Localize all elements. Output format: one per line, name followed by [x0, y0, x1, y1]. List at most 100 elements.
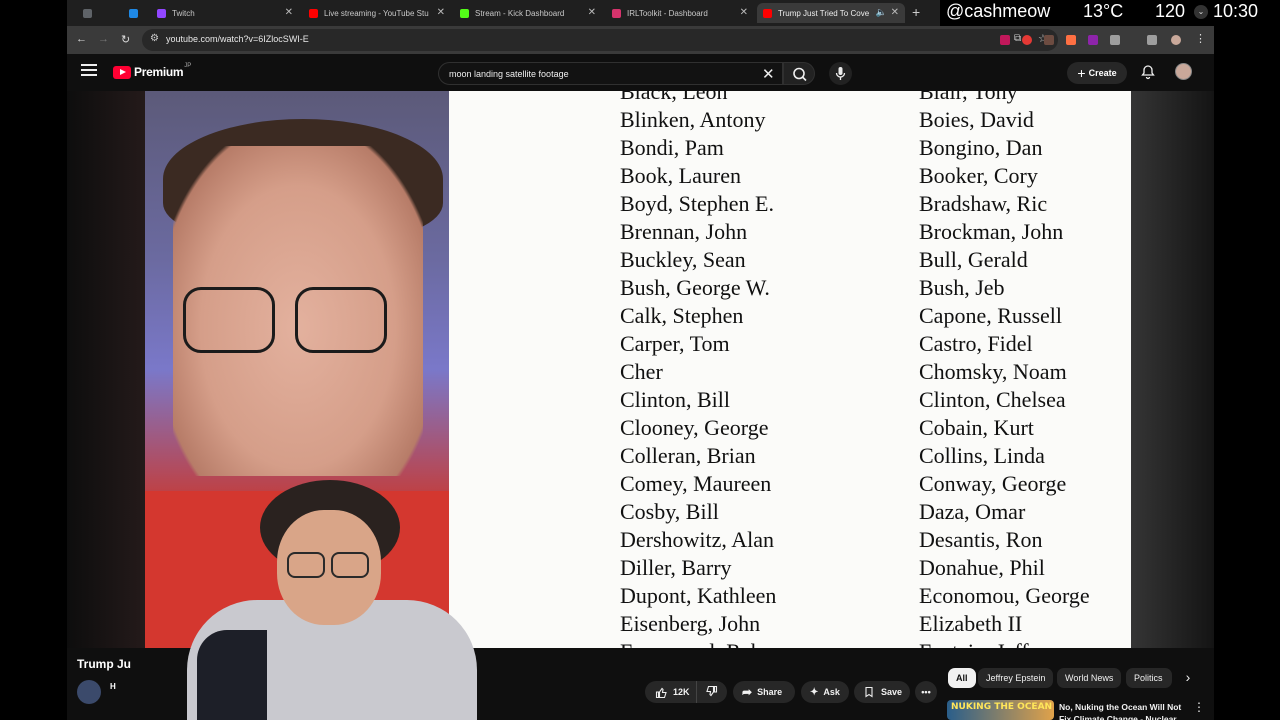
youtube-header: Premium JP moon landing satellite footag… [67, 54, 1214, 91]
document-name-entry: Conway, George [919, 471, 1067, 496]
search-button[interactable] [783, 62, 815, 85]
extension-icon[interactable] [1044, 35, 1054, 45]
stream-overlay: @cashmeow 13°C 120 10:30 [940, 0, 1280, 26]
more-actions-button[interactable]: ••• [915, 681, 937, 703]
extensions-puzzle-icon[interactable] [1110, 35, 1120, 45]
tab-irltoolkit[interactable]: IRLToolkit - Dashboard ✕ [606, 3, 754, 23]
close-icon[interactable]: ✕ [891, 7, 899, 18]
reading-list-icon[interactable] [1147, 35, 1157, 45]
clear-search-icon[interactable]: ✕ [762, 65, 775, 83]
chevron-down-icon[interactable]: ⌄ [1194, 5, 1208, 19]
document-name-entry: Carper, Tom [620, 331, 730, 356]
channel-name[interactable]: H [110, 682, 116, 691]
document-name-entry: Buckley, Sean [620, 247, 746, 272]
tab-title: IRLToolkit - Dashboard [627, 8, 708, 18]
bookmark-icon [865, 686, 873, 698]
tab-favicon [129, 8, 138, 18]
account-avatar[interactable] [1175, 63, 1192, 80]
notifications-button[interactable] [1140, 64, 1156, 85]
address-bar-row: ← → ↻ ⚙ youtube.com/watch?v=6IZlocSWI-E … [67, 26, 1214, 54]
reload-icon[interactable]: ↻ [121, 33, 130, 46]
chip-world-news[interactable]: World News [1057, 668, 1122, 688]
back-icon[interactable]: ← [76, 33, 87, 45]
document-name-entry: Desantis, Ron [919, 527, 1043, 552]
document-name-entry: Collins, Linda [919, 443, 1045, 468]
ask-button[interactable]: ✦ Ask [801, 681, 849, 703]
tab-active-video[interactable]: Trump Just Tried To Cove 🔈 ✕ [757, 3, 905, 23]
save-button[interactable]: Save [854, 681, 910, 703]
ask-label: Ask [823, 687, 840, 697]
youtube-premium-logo[interactable]: Premium JP [113, 63, 192, 79]
document-name-entry: Calk, Stephen [620, 303, 744, 328]
search-input[interactable]: moon landing satellite footage ✕ [438, 62, 783, 85]
forward-icon[interactable]: → [98, 33, 109, 45]
like-button[interactable]: 12K [645, 681, 697, 703]
document-name-entry: Cher [620, 359, 663, 384]
document-name-entry: Comey, Maureen [620, 471, 772, 496]
document-name-entry: Diller, Barry [620, 555, 732, 580]
document-name-entry: Epstein, Jeffrey [919, 639, 1057, 648]
chip-all[interactable]: All [948, 668, 976, 688]
share-button[interactable]: ➦ Share [733, 681, 795, 703]
voice-search-button[interactable] [829, 62, 852, 85]
document-name-entry: Bush, George W. [620, 275, 770, 300]
tab-favicon [83, 8, 92, 18]
document-name-entry: Clinton, Chelsea [919, 387, 1066, 412]
kick-icon [460, 8, 469, 18]
extension-icon[interactable] [1000, 35, 1010, 45]
twitch-icon [157, 8, 166, 18]
new-tab-button[interactable]: + [912, 4, 920, 20]
document-name-entry: Book, Lauren [620, 163, 741, 188]
tab-twitch[interactable]: Twitch ✕ [151, 3, 299, 23]
chevron-right-icon[interactable]: › [1179, 669, 1197, 687]
like-dislike-group: 12K [645, 681, 727, 703]
document-name-entry: Dershowitz, Alan [620, 527, 774, 552]
document-name-entry: Emmanuel, Rahm [620, 639, 779, 648]
document-name-entry: Booker, Cory [919, 163, 1038, 188]
close-icon[interactable]: ✕ [437, 7, 445, 18]
extension-icon[interactable] [1088, 35, 1098, 45]
install-icon[interactable]: ⧉ [1014, 33, 1021, 44]
browser-menu-icon[interactable]: ⋮ [1195, 32, 1206, 45]
site-info-icon[interactable]: ⚙ [150, 33, 159, 44]
channel-avatar[interactable] [77, 680, 101, 704]
glasses-lens-left [183, 287, 275, 353]
chip-politics[interactable]: Politics [1126, 668, 1172, 688]
search-icon [793, 67, 807, 82]
document-name-entry: Elizabeth II [919, 611, 1023, 636]
logo-wordmark: Premium [134, 65, 184, 79]
tab-kick[interactable]: Stream - Kick Dashboard ✕ [454, 3, 602, 23]
recommended-video-thumbnail[interactable]: NUKING THE OCEAN [947, 700, 1054, 720]
create-button[interactable]: + Create [1067, 62, 1127, 84]
extension-icon[interactable] [1066, 35, 1076, 45]
close-icon[interactable]: ✕ [740, 7, 748, 18]
document-name-list: Black, Leon Blinken, Antony Bondi, Pam Book… [449, 91, 1131, 648]
glasses-lens-right [295, 287, 387, 353]
chip-jeffrey-epstein[interactable]: Jeffrey Epstein [978, 668, 1054, 688]
thumbs-up-icon [655, 687, 667, 698]
speaker-icon[interactable]: 🔈 [876, 7, 887, 18]
youtube-icon [763, 8, 772, 18]
extension-icon[interactable] [1022, 35, 1032, 45]
document-name-entry: Boies, David [919, 107, 1034, 132]
document-name-entry: Bondi, Pam [620, 135, 724, 160]
recommended-video-title[interactable]: No, Nuking the Ocean Will Not Fix Climat… [1059, 701, 1189, 720]
tab-youtube-studio[interactable]: Live streaming - YouTube Stu ✕ [303, 3, 451, 23]
address-bar[interactable]: ⚙ youtube.com/watch?v=6IZlocSWI-E ⧉ ☆ [142, 29, 1058, 51]
tab-pinned-2[interactable] [123, 3, 151, 23]
plus-icon: + [1077, 65, 1086, 81]
hamburger-menu-icon[interactable] [81, 64, 97, 78]
video-title[interactable]: Trump Ju [77, 657, 131, 671]
logo-region: JP [184, 63, 192, 69]
dislike-button[interactable] [697, 685, 718, 700]
document-name-entry: Donahue, Phil [919, 555, 1045, 580]
like-count: 12K [673, 687, 690, 697]
profile-avatar-icon[interactable] [1171, 35, 1181, 45]
tab-pinned-1[interactable] [77, 3, 111, 23]
more-vert-icon[interactable]: ⋮ [1193, 700, 1205, 714]
share-label: Share [757, 687, 783, 697]
youtube-play-icon [113, 65, 131, 79]
close-icon[interactable]: ✕ [285, 7, 293, 18]
document-name-entry: Colleran, Brian [620, 443, 756, 468]
close-icon[interactable]: ✕ [588, 7, 596, 18]
